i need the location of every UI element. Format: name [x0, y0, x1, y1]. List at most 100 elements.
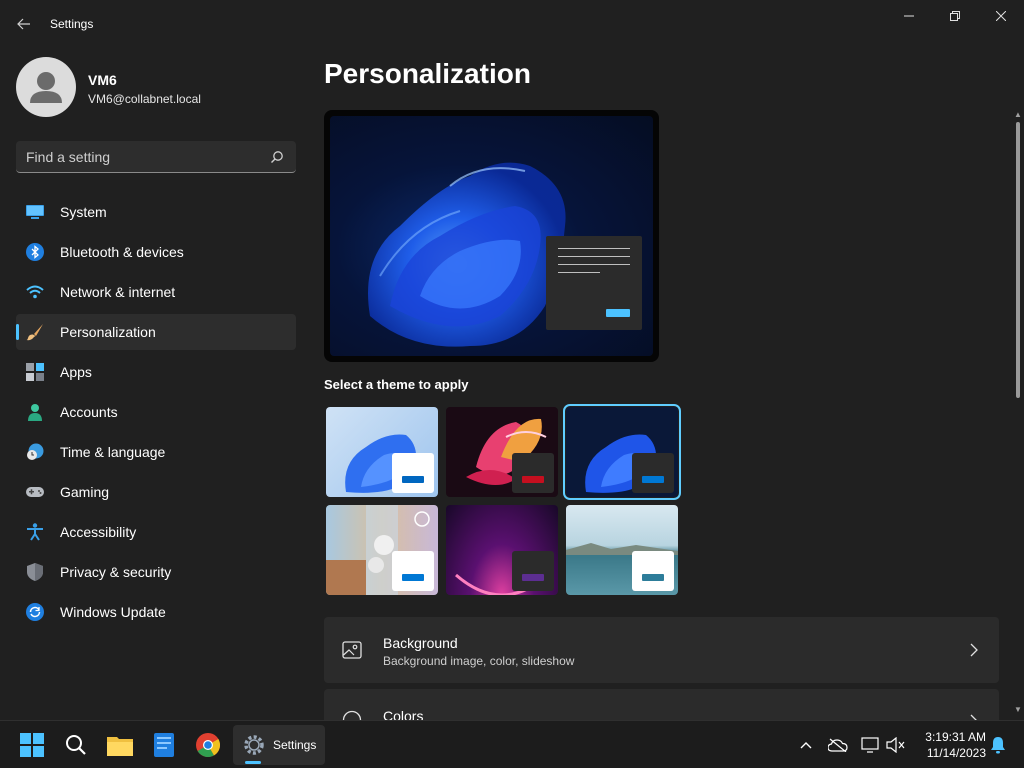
sidebar-item-label: Gaming	[60, 484, 110, 500]
notepad-button[interactable]	[144, 725, 184, 765]
sidebar-item-time-language[interactable]: Time & language	[16, 434, 296, 470]
clock-globe-icon	[27, 443, 44, 460]
page-title: Personalization	[324, 58, 531, 89]
file-explorer-icon	[107, 737, 133, 756]
chrome-icon	[196, 733, 220, 757]
sidebar-item-label: Time & language	[60, 444, 166, 460]
chevron-right-icon	[970, 643, 978, 657]
accessibility-icon	[27, 523, 43, 541]
clock-time: 3:19:31 AM	[925, 730, 986, 744]
theme-tile-windows-light[interactable]	[326, 407, 438, 497]
restore-button[interactable]	[932, 4, 978, 28]
taskbar-item-label: Settings	[273, 738, 317, 752]
wifi-icon	[26, 285, 44, 299]
chevron-up-icon	[800, 742, 812, 749]
colors-card[interactable]: Colors	[324, 689, 999, 720]
sidebar-nav: System Bluetooth & devices Network & int…	[16, 194, 296, 634]
notifications-button[interactable]	[986, 733, 1010, 757]
shield-icon	[27, 563, 43, 581]
display-icon	[861, 737, 879, 753]
theme-tile-sunrise[interactable]	[446, 505, 558, 595]
sidebar-item-label: Apps	[60, 364, 92, 380]
sidebar-item-label: Privacy & security	[60, 564, 172, 580]
restore-icon	[950, 11, 960, 21]
volume-tray-button[interactable]	[884, 733, 908, 757]
sidebar-item-label: Accessibility	[60, 524, 137, 540]
back-button[interactable]	[12, 12, 36, 36]
apps-icon	[26, 363, 44, 381]
search-input[interactable]	[26, 147, 266, 167]
bluetooth-icon	[26, 243, 44, 261]
update-icon	[26, 603, 44, 621]
paintbrush-icon	[26, 324, 43, 341]
minimize-button[interactable]	[886, 4, 932, 28]
minimize-icon	[904, 15, 914, 17]
avatar[interactable]	[16, 57, 76, 117]
sidebar-item-label: Network & internet	[60, 284, 176, 300]
close-icon	[996, 11, 1006, 21]
cloud-off-icon	[828, 738, 848, 752]
gamepad-icon	[26, 487, 44, 497]
theme-tile-flow[interactable]	[566, 505, 678, 595]
taskbar: Settings 3:19:31 AM 11/14/2023	[0, 720, 1024, 768]
card-title: Colors	[383, 708, 424, 720]
back-arrow-icon	[17, 18, 30, 30]
sidebar-item-label: Bluetooth & devices	[60, 244, 184, 260]
person-avatar-icon	[30, 72, 62, 103]
sidebar-item-privacy-security[interactable]: Privacy & security	[16, 554, 296, 590]
sidebar-item-bluetooth[interactable]: Bluetooth & devices	[16, 234, 296, 270]
scroll-down-icon[interactable]: ▼	[1013, 705, 1023, 715]
sidebar-item-label: Accounts	[60, 404, 118, 420]
sidebar-item-label: Personalization	[60, 324, 156, 340]
sidebar-item-gaming[interactable]: Gaming	[16, 474, 296, 510]
display-tray-button[interactable]	[858, 733, 882, 757]
theme-tile-captured-motion[interactable]	[326, 505, 438, 595]
preview-window	[546, 236, 642, 330]
background-card[interactable]: Background Background image, color, slid…	[324, 617, 999, 683]
clock-date: 11/14/2023	[926, 746, 986, 760]
theme-tile-windows-dark[interactable]	[563, 404, 681, 500]
palette-icon	[342, 710, 362, 720]
sidebar-item-network[interactable]: Network & internet	[16, 274, 296, 310]
theme-tile-glow[interactable]	[446, 407, 558, 497]
settings-taskbar-button[interactable]: Settings	[233, 725, 325, 765]
onedrive-tray-button[interactable]	[826, 733, 850, 757]
bell-icon	[991, 737, 1005, 754]
theme-preview	[324, 110, 659, 362]
taskbar-clock[interactable]: 3:19:31 AM 11/14/2023	[914, 729, 986, 761]
settings-icon	[244, 735, 264, 755]
sidebar-item-system[interactable]: System	[16, 194, 296, 230]
profile-email: VM6@collabnet.local	[88, 92, 201, 106]
sidebar-item-windows-update[interactable]: Windows Update	[16, 594, 296, 630]
card-subtitle: Background image, color, slideshow	[383, 654, 575, 668]
scroll-up-icon[interactable]: ▲	[1013, 110, 1023, 120]
title-bar: Settings	[0, 0, 1024, 48]
chrome-button[interactable]	[188, 725, 228, 765]
taskbar-search-button[interactable]	[56, 725, 96, 765]
active-indicator	[245, 761, 261, 764]
person-icon	[28, 404, 42, 421]
sidebar-item-label: System	[60, 204, 107, 220]
sidebar-item-accessibility[interactable]: Accessibility	[16, 514, 296, 550]
app-title: Settings	[50, 17, 94, 31]
search-icon	[271, 151, 283, 163]
themes-section-label: Select a theme to apply	[324, 377, 469, 392]
system-icon	[26, 205, 44, 219]
search-box[interactable]	[16, 141, 296, 173]
preview-wallpaper	[330, 116, 653, 356]
image-icon	[342, 641, 362, 659]
sidebar-item-label: Windows Update	[60, 604, 166, 620]
card-title: Background	[383, 635, 458, 651]
start-icon	[20, 733, 44, 757]
file-explorer-button[interactable]	[100, 725, 140, 765]
profile-name: VM6	[88, 72, 117, 88]
volume-muted-icon	[886, 737, 905, 753]
search-icon	[66, 735, 86, 755]
sidebar-item-apps[interactable]: Apps	[16, 354, 296, 390]
close-button[interactable]	[978, 4, 1024, 28]
scrollbar-thumb[interactable]	[1016, 122, 1020, 398]
sidebar-item-accounts[interactable]: Accounts	[16, 394, 296, 430]
start-button[interactable]	[12, 725, 52, 765]
show-hidden-icons-button[interactable]	[794, 733, 818, 757]
sidebar-item-personalization[interactable]: Personalization	[16, 314, 296, 350]
